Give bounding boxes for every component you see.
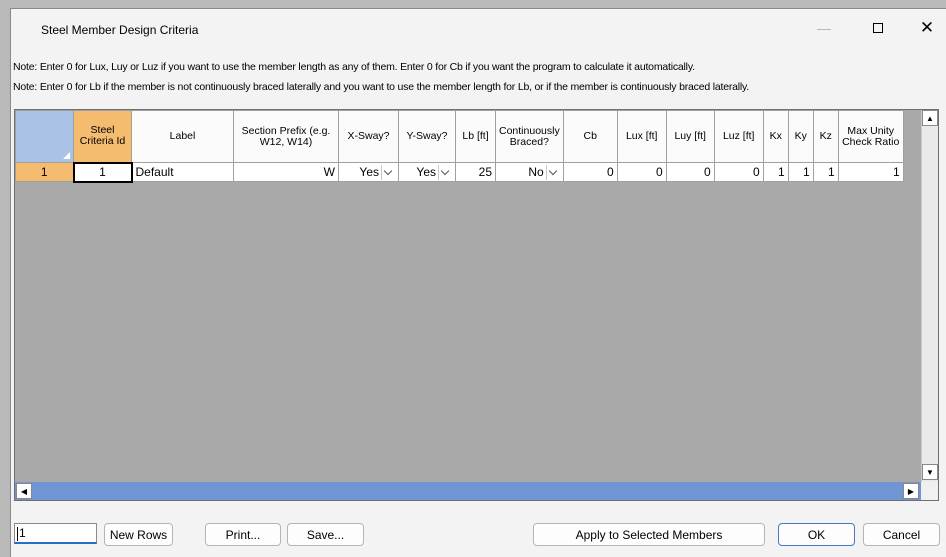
new-rows-count-value: 1 [19,526,26,540]
criteria-table: Steel Criteria Id Label Section Prefix (… [15,110,904,183]
close-button[interactable]: ✕ [904,9,946,47]
cell-continuously-braced[interactable]: No [495,162,564,182]
cell-x-sway[interactable]: Yes [338,162,399,182]
continuously-braced-value: No [528,165,544,179]
header-cb[interactable]: Cb [562,110,618,163]
scroll-up-button[interactable]: ▲ [922,110,938,126]
header-lux[interactable]: Lux [ft] [616,110,667,163]
minimize-button[interactable]: — [801,9,847,47]
chevron-down-icon[interactable] [545,164,560,180]
header-y-sway[interactable]: Y-Sway? [398,110,456,163]
criteria-grid[interactable]: Steel Criteria Id Label Section Prefix (… [14,109,939,501]
header-kx[interactable]: Kx [762,110,789,163]
header-luz[interactable]: Luz [ft] [713,110,764,163]
scroll-right-button[interactable]: ▶ [903,483,919,499]
chevron-down-icon[interactable] [381,164,395,180]
ok-button[interactable]: OK [778,523,855,546]
triangle-right-icon: ▶ [907,486,915,496]
window-title: Steel Member Design Criteria [41,23,199,37]
horizontal-scrollbar[interactable]: ◀ ▶ [15,482,921,500]
cell-lb[interactable]: 25 [455,162,496,182]
cell-luz[interactable]: 0 [713,162,764,182]
header-ky[interactable]: Ky [787,110,814,163]
save-button[interactable]: Save... [287,523,364,546]
print-button[interactable]: Print... [205,523,281,546]
triangle-left-icon: ◀ [20,486,28,496]
header-continuously-braced[interactable]: Continuously Braced? [495,110,564,163]
header-x-sway[interactable]: X-Sway? [338,110,399,163]
cell-steel-criteria-id[interactable]: 1 [72,161,133,183]
header-lb[interactable]: Lb [ft] [455,110,496,163]
note-text-2: Note: Enter 0 for Lb if the member is no… [13,81,750,93]
cell-section-prefix[interactable]: W [233,162,339,182]
text-caret [17,526,18,541]
vertical-scrollbar[interactable]: ▲ ▼ [921,110,938,482]
cell-max-unity-check-ratio[interactable]: 1 [837,162,904,182]
new-rows-button[interactable]: New Rows [104,523,173,546]
maximize-icon [873,23,883,33]
cell-luy[interactable]: 0 [665,162,715,182]
cell-label[interactable]: Default [131,162,234,182]
select-all-corner[interactable] [15,110,74,163]
x-sway-value: Yes [359,165,379,179]
row-header[interactable]: 1 [15,162,74,182]
cell-lux[interactable]: 0 [616,162,667,182]
header-max-unity-check-ratio[interactable]: Max Unity Check Ratio [837,110,904,163]
cell-kx[interactable]: 1 [762,162,789,182]
header-label[interactable]: Label [131,110,234,163]
table-row: 1 1 Default W Yes Yes 25 No 0 0 0 0 1 1 … [15,161,904,183]
header-section-prefix[interactable]: Section Prefix (e.g. W12, W14) [233,110,339,163]
cell-y-sway[interactable]: Yes [398,162,456,182]
scroll-down-button[interactable]: ▼ [922,464,938,480]
scrollbar-corner [921,482,938,500]
chevron-down-icon[interactable] [438,164,452,180]
close-icon: ✕ [919,18,935,37]
cell-ky[interactable]: 1 [787,162,814,182]
note-text-1: Note: Enter 0 for Lux, Luy or Luz if you… [13,61,695,73]
apply-to-selected-members-button[interactable]: Apply to Selected Members [533,523,765,546]
y-sway-value: Yes [416,165,436,179]
cell-cb[interactable]: 0 [562,162,618,182]
triangle-up-icon: ▲ [926,113,934,123]
cancel-button[interactable]: Cancel [863,523,940,546]
cell-kz[interactable]: 1 [812,162,839,182]
header-steel-criteria-id[interactable]: Steel Criteria Id [73,110,132,163]
header-kz[interactable]: Kz [812,110,839,163]
minimize-icon: — [817,20,831,36]
maximize-button[interactable] [855,9,901,47]
title-bar: Steel Member Design Criteria — ✕ [11,9,946,47]
header-luy[interactable]: Luy [ft] [665,110,715,163]
triangle-down-icon: ▼ [926,467,934,477]
scroll-left-button[interactable]: ◀ [16,483,32,499]
new-rows-count-input[interactable]: 1 [14,523,97,544]
